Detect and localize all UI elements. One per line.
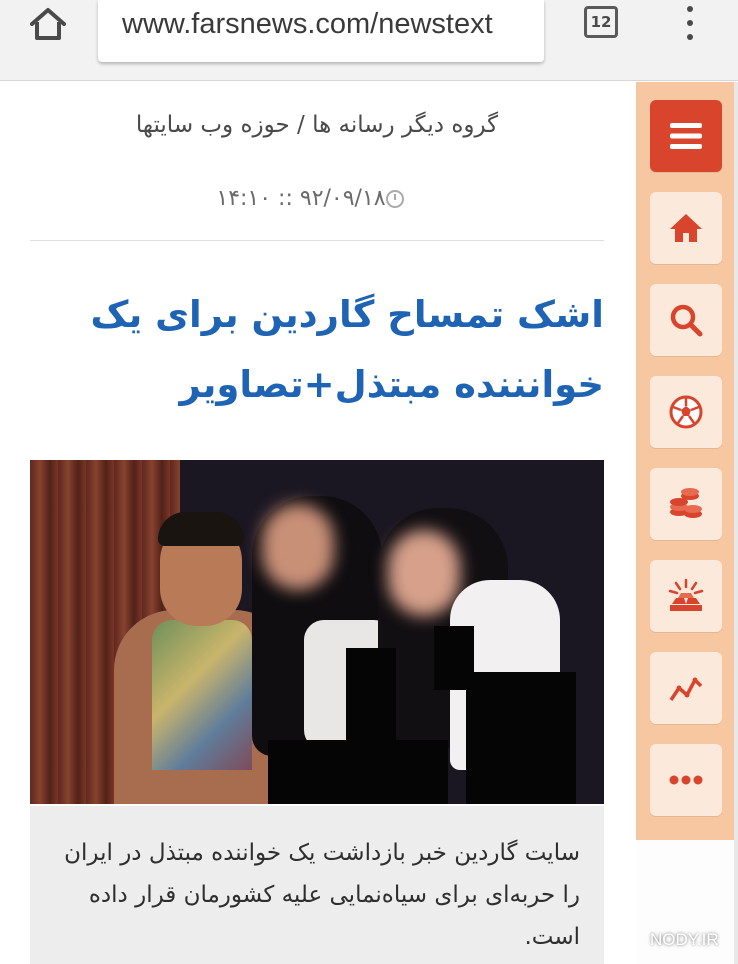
sidebar-item-charts[interactable]	[650, 652, 722, 724]
chart-line-icon	[669, 677, 703, 701]
coins-stack-icon	[670, 488, 702, 518]
breadcrumb[interactable]: گروه دیگر رسانه ها / حوزه وب سایتها	[30, 112, 604, 138]
hamburger-menu-icon	[670, 123, 702, 149]
divider	[30, 240, 604, 241]
more-dots-icon	[669, 775, 703, 785]
sidebar-item-economy[interactable]	[650, 468, 722, 540]
datetime-text: ۹۲/۰۹/۱۸ :: ۱۴:۱۰	[216, 186, 386, 211]
sidebar-item-gold[interactable]	[650, 560, 722, 632]
vertical-ellipsis-icon[interactable]	[680, 4, 700, 44]
article-summary-box: سایت گاردین خبر بازداشت یک خواننده مبتذل…	[30, 806, 604, 964]
home-icon	[670, 214, 702, 242]
url-text: www.farsnews.com/newstext	[122, 8, 493, 40]
search-icon	[670, 304, 703, 337]
sidebar-item-search[interactable]	[650, 284, 722, 356]
sidebar-item-more[interactable]	[650, 744, 722, 816]
tab-switcher-button[interactable]: 12	[584, 6, 618, 38]
sidebar-item-home[interactable]	[650, 192, 722, 264]
article-photo[interactable]	[30, 460, 604, 804]
publish-datetime: ۹۲/۰۹/۱۸ :: ۱۴:۱۰	[30, 186, 604, 211]
home-icon[interactable]	[26, 6, 70, 42]
watermark-logo: NODY.IR	[650, 930, 719, 949]
gold-bars-icon	[668, 578, 704, 611]
article-summary: سایت گاردین خبر بازداشت یک خواننده مبتذل…	[64, 840, 580, 950]
sidebar-menu-button[interactable]	[650, 100, 722, 172]
browser-toolbar: www.farsnews.com/newstext 12	[0, 0, 738, 81]
soccer-ball-icon	[669, 395, 703, 429]
scrollbar-track[interactable]	[734, 82, 738, 964]
clock-icon	[385, 190, 404, 208]
category-sidebar	[636, 82, 738, 840]
sidebar-item-sports[interactable]	[650, 376, 722, 448]
article-headline: اشک تمساح گاردین برای یک خوانننده مبتذل+…	[90, 293, 604, 406]
address-bar[interactable]: www.farsnews.com/newstext	[98, 0, 544, 62]
